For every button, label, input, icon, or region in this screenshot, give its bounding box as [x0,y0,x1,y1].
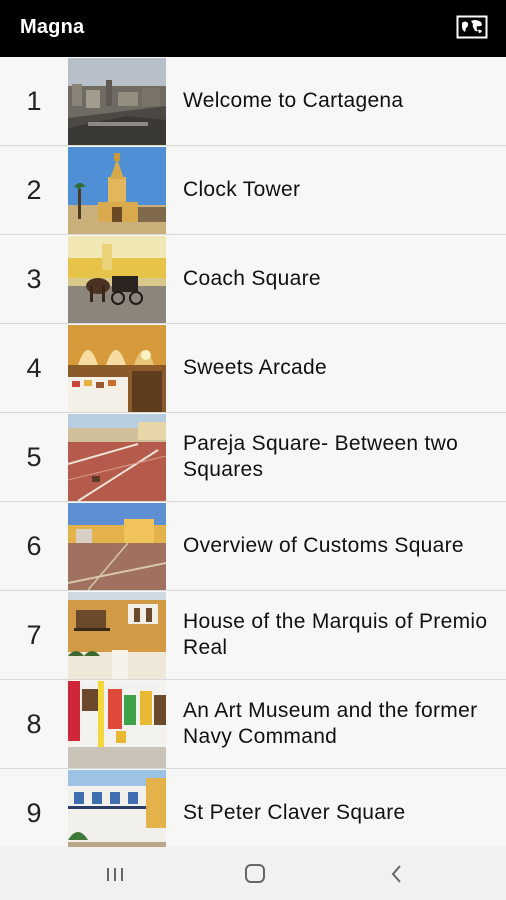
thumbnail-image [68,58,166,145]
thumbnail-image [68,681,166,768]
thumbnail-image [68,236,166,323]
list-item[interactable]: 1 Welcome to Cartagena [0,57,506,146]
list-item[interactable]: 9 St Peter Claver Square [0,769,506,847]
item-title: Clock Tower [183,178,301,201]
list-item[interactable]: 5 Pareja Square- Between two Squares [0,413,506,502]
item-title: Pareja Square- Between two Squares [183,432,459,481]
home-button[interactable] [240,861,270,887]
back-button[interactable] [382,861,412,887]
item-title: An Art Museum and the former Navy Comman… [183,699,478,748]
item-title: Sweets Arcade [183,356,327,379]
map-icon [456,15,488,39]
item-title: Coach Square [183,267,321,290]
thumbnail-image [68,770,166,847]
thumbnail-image [68,592,166,679]
thumbnail-image [68,414,166,501]
item-number: 4 [26,352,42,383]
home-icon [245,864,265,883]
thumbnail-image [68,503,166,590]
list-item[interactable]: 7 House of the Marquis of Premio Real [0,591,506,680]
app-title: Magna [20,16,85,38]
list-item[interactable]: 3 Coach Square [0,235,506,324]
tour-list: 1 Welcome to Cartagena 2 Clock Tower 3 C… [0,57,506,847]
system-nav-bar [0,847,506,900]
app-bar: Magna [0,0,506,57]
list-item[interactable]: 6 Overview of Customs Square [0,502,506,591]
list-item[interactable]: 4 Sweets Arcade [0,324,506,413]
thumbnail-image [68,325,166,412]
list-item[interactable]: 2 Clock Tower [0,146,506,235]
item-number: 2 [26,174,42,205]
item-number: 5 [26,441,42,472]
map-button[interactable] [456,14,488,40]
list-item[interactable]: 8 An Art Museum and the former Navy Comm… [0,680,506,769]
item-title: House of the Marquis of Premio Real [183,610,488,659]
thumbnail-image [68,147,166,234]
item-title: St Peter Claver Square [183,801,406,824]
back-icon [391,865,401,883]
item-title: Welcome to Cartagena [183,89,404,112]
item-number: 6 [26,530,42,561]
recents-icon [107,868,123,881]
item-title: Overview of Customs Square [183,534,464,557]
item-number: 7 [26,619,42,650]
recents-button[interactable] [100,861,130,887]
item-number: 8 [26,708,42,739]
item-number: 1 [26,85,42,116]
item-number: 9 [26,797,42,828]
item-number: 3 [26,263,42,294]
